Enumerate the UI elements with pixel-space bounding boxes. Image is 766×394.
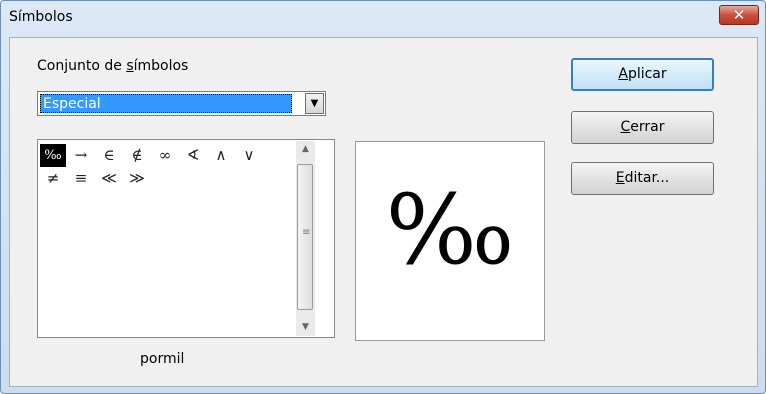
symbol-cell[interactable]: → (68, 144, 94, 167)
apply-button[interactable]: Aplicar (571, 58, 714, 91)
symbol-cell[interactable]: ∨ (236, 144, 262, 167)
symbol-set-label-mnemonic: s (126, 58, 134, 74)
scrollbar-thumb[interactable]: ≡ (297, 164, 313, 310)
symbol-set-selected-value: Especial (40, 94, 292, 113)
edit-label: ditar... (624, 170, 670, 186)
symbol-set-label-part1: Conjunto de (37, 58, 127, 74)
symbol-set-dropdown[interactable]: Especial ▼ (37, 91, 326, 116)
symbol-cell[interactable]: ≫ (124, 167, 150, 190)
close-button[interactable]: Cerrar (571, 111, 714, 144)
chevron-down-icon: ▼ (310, 98, 319, 109)
title-bar[interactable]: Símbolos ✕ (1, 1, 765, 37)
scroll-up-arrow-icon[interactable]: ▲ (296, 141, 315, 158)
preview-glyph: ‰ (385, 174, 515, 286)
symbol-cell[interactable]: ≠ (40, 167, 66, 190)
symbol-grid[interactable]: ‰ → ∈ ∉ ∞ ∢ ∧ ∨ ≠ ≡ ≪ ≫ ▲ ≡ ▼ (37, 139, 335, 338)
apply-mnemonic: A (618, 66, 628, 82)
symbol-name-label: pormil (140, 351, 185, 367)
apply-label: plicar (627, 66, 667, 82)
symbol-cell[interactable]: ≡ (68, 167, 94, 190)
close-window-button[interactable]: ✕ (719, 5, 759, 25)
scroll-down-arrow-icon[interactable]: ▼ (296, 319, 315, 336)
grip-icon: ≡ (302, 227, 311, 238)
symbol-cell[interactable]: ∢ (180, 144, 206, 167)
symbol-cell[interactable]: ‰ (40, 144, 66, 167)
edit-mnemonic: E (615, 170, 625, 186)
window-title: Símbolos (9, 9, 73, 25)
dialog-body: Conjunto de símbolos Especial ▼ ‰ → ∈ ∉ … (9, 37, 758, 387)
dropdown-arrow-button[interactable]: ▼ (305, 93, 324, 114)
symbol-cell[interactable]: ≪ (96, 167, 122, 190)
symbol-cell[interactable]: ∉ (124, 144, 150, 167)
symbol-preview: ‰ (355, 141, 545, 341)
close-label: errar (630, 119, 665, 135)
symbol-cell[interactable]: ∈ (96, 144, 122, 167)
symbol-cell[interactable]: ∞ (152, 144, 178, 167)
symbols-dialog: Símbolos ✕ Conjunto de símbolos Especial… (0, 0, 766, 394)
symbol-set-label-part2: ímbolos (133, 58, 189, 74)
edit-button[interactable]: Editar... (571, 162, 714, 195)
symbol-grid-scrollbar[interactable]: ▲ ≡ ▼ (296, 141, 315, 336)
symbol-set-label: Conjunto de símbolos (37, 58, 188, 74)
symbol-cell[interactable]: ∧ (208, 144, 234, 167)
close-icon: ✕ (732, 6, 746, 24)
close-mnemonic: C (620, 119, 631, 135)
